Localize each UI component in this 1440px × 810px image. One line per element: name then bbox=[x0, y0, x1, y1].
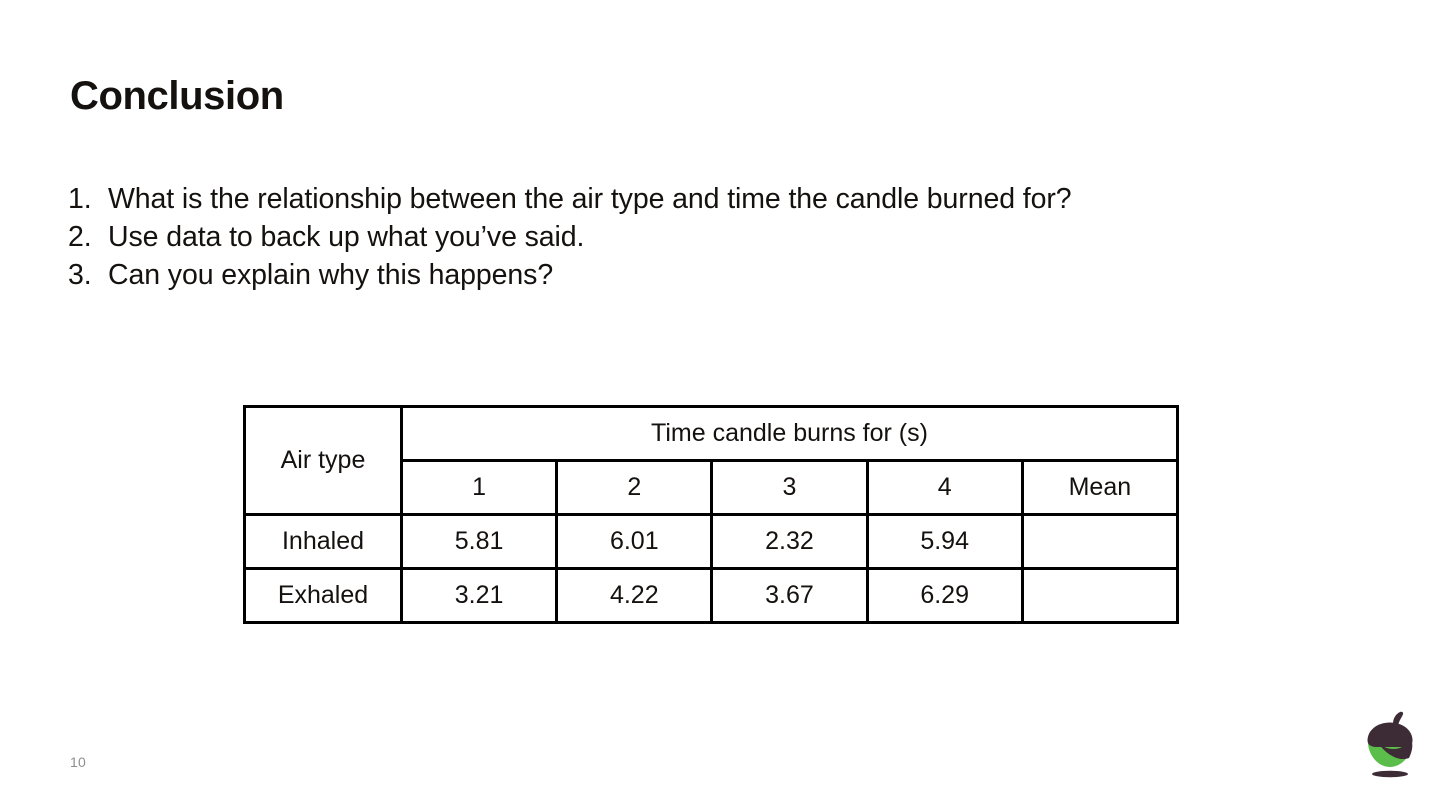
results-table-container: Air type Time candle burns for (s) 1 2 3… bbox=[243, 405, 1180, 624]
list-item-number: 1. bbox=[68, 183, 92, 215]
table-cell-exhaled-2: 4.22 bbox=[555, 567, 714, 624]
table-row: Inhaled 5.81 6.01 2.32 5.94 bbox=[243, 513, 1180, 570]
question-list: 1. What is the relationship between the … bbox=[68, 180, 1318, 294]
list-item-text: What is the relationship between the air… bbox=[108, 183, 1072, 215]
list-item-text: Use data to back up what you’ve said. bbox=[108, 221, 585, 253]
list-item-text: Can you explain why this happens? bbox=[108, 259, 554, 291]
table-row: Exhaled 3.21 4.22 3.67 6.29 bbox=[243, 567, 1180, 624]
table-header-air-type: Air type bbox=[243, 405, 403, 516]
table-cell-inhaled-3: 2.32 bbox=[710, 513, 869, 570]
table-header-trial-1: 1 bbox=[399, 459, 559, 516]
table-cell-inhaled-mean bbox=[1020, 513, 1180, 570]
table-cell-inhaled-1: 5.81 bbox=[399, 513, 559, 570]
list-item: 1. What is the relationship between the … bbox=[68, 180, 1318, 218]
table-header-group: Time candle burns for (s) bbox=[400, 405, 1179, 462]
results-table: Air type Time candle burns for (s) 1 2 3… bbox=[243, 405, 1180, 624]
table-header-row-group: Air type Time candle burns for (s) bbox=[243, 405, 1179, 516]
table-cell-exhaled-mean bbox=[1020, 567, 1180, 624]
list-item-number: 2. bbox=[68, 221, 92, 253]
table-cell-inhaled-4: 5.94 bbox=[865, 513, 1024, 570]
list-item: 2. Use data to back up what you’ve said. bbox=[68, 218, 1318, 256]
list-item: 3. Can you explain why this happens? bbox=[68, 256, 1318, 294]
table-cell-exhaled-4: 6.29 bbox=[865, 567, 1024, 624]
table-cell-exhaled-3: 3.67 bbox=[710, 567, 869, 624]
table-cell-inhaled-2: 6.01 bbox=[555, 513, 714, 570]
table-header-trial-3: 3 bbox=[710, 459, 869, 516]
table-cell-exhaled-1: 3.21 bbox=[399, 567, 559, 624]
slide-canvas: Conclusion 1. What is the relationship b… bbox=[0, 0, 1440, 810]
table-header-mean: Mean bbox=[1020, 459, 1180, 516]
list-item-number: 3. bbox=[68, 259, 92, 291]
table-header-trial-2: 2 bbox=[555, 459, 714, 516]
table-header-trial-4: 4 bbox=[865, 459, 1024, 516]
acorn-logo bbox=[1358, 710, 1422, 782]
page-title: Conclusion bbox=[70, 74, 284, 118]
table-row-label-inhaled: Inhaled bbox=[243, 513, 403, 570]
page-number: 10 bbox=[70, 754, 86, 770]
table-row-label-exhaled: Exhaled bbox=[243, 567, 403, 624]
